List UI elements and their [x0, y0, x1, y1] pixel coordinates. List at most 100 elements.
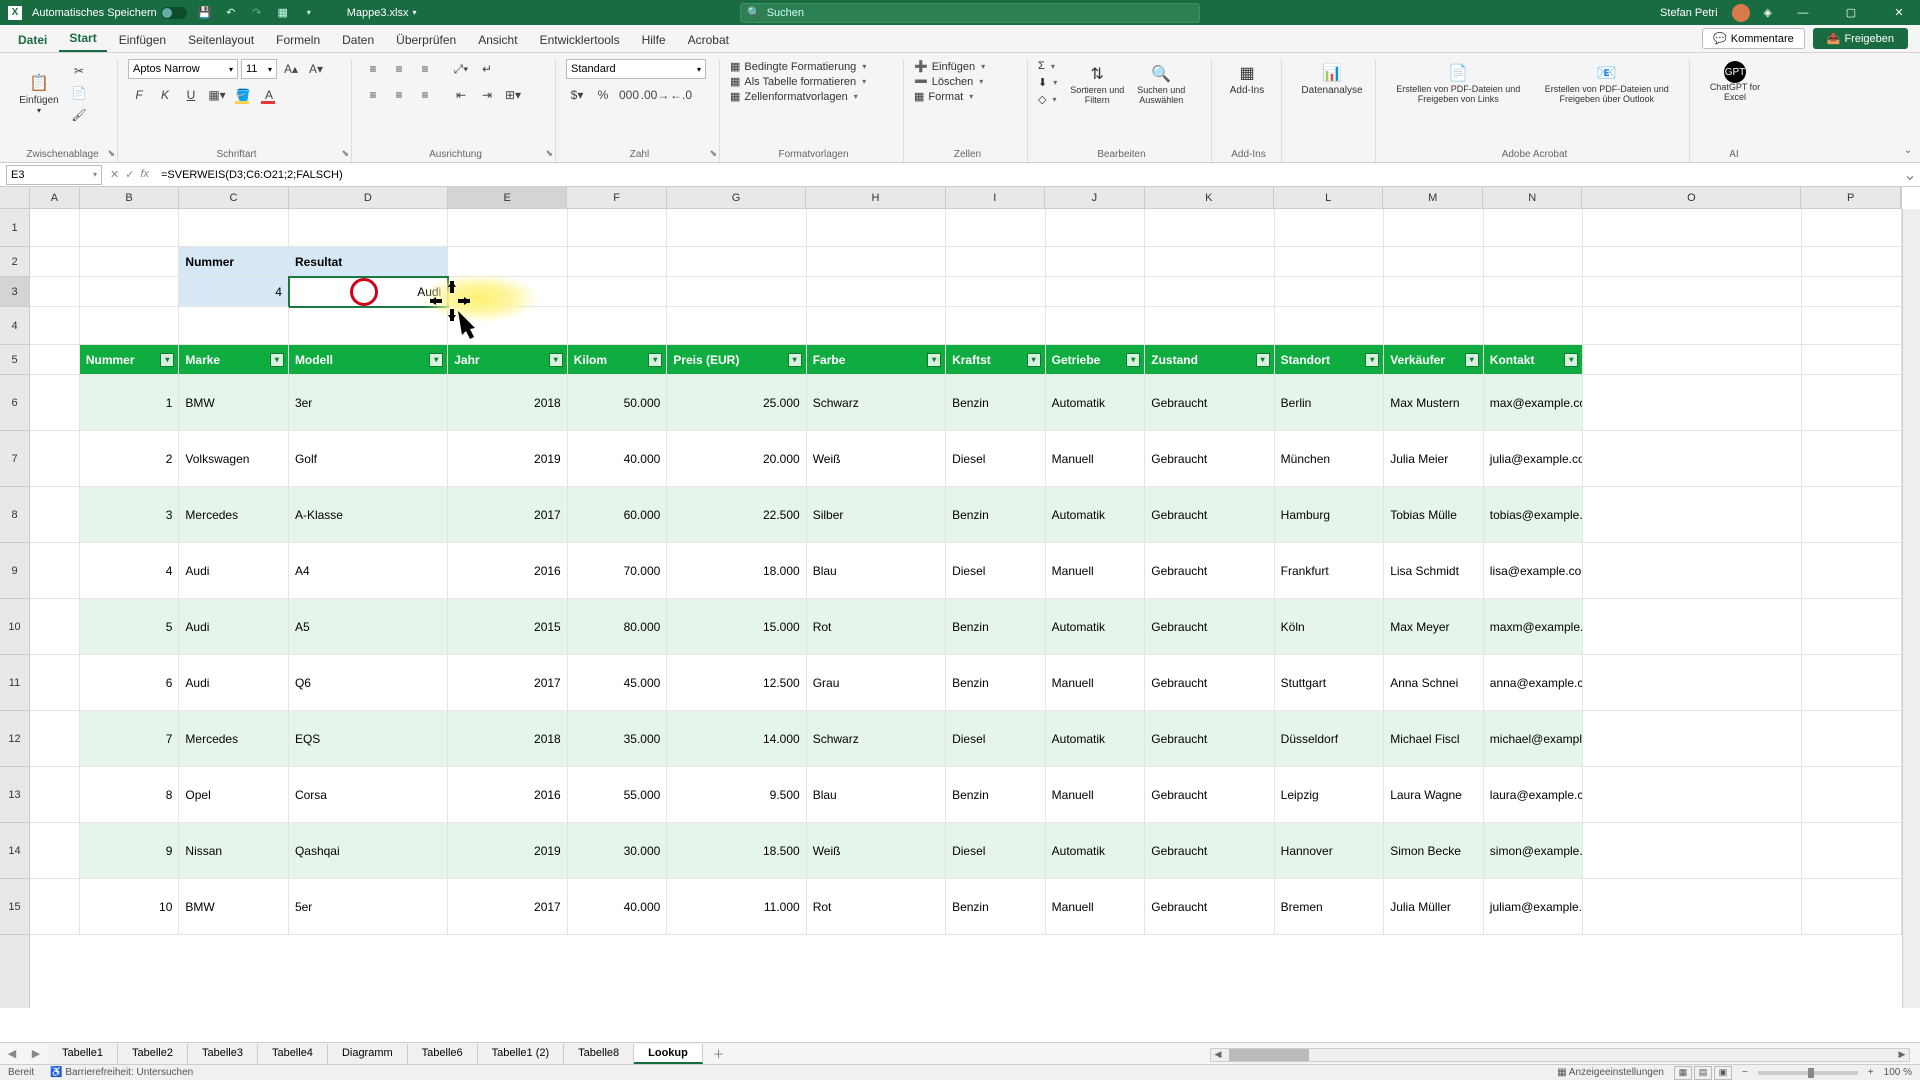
- pdf-outlook-button[interactable]: 📧Erstellen von PDF-Dateien und Freigeben…: [1535, 59, 1680, 105]
- table-cell-kraftstoff[interactable]: Benzin: [946, 655, 1046, 711]
- filter-dropdown-icon[interactable]: ▾: [549, 353, 563, 367]
- clear-icon[interactable]: ◇▾: [1038, 92, 1057, 107]
- table-cell-farbe[interactable]: Silber: [807, 487, 946, 543]
- table-cell-marke[interactable]: Audi: [179, 543, 289, 599]
- table-cell-kraftstoff[interactable]: Diesel: [946, 823, 1046, 879]
- number-format-combo[interactable]: Standard▾: [566, 59, 706, 79]
- table-cell-marke[interactable]: Mercedes: [179, 487, 289, 543]
- undo-icon[interactable]: ↶: [223, 5, 239, 21]
- indent-increase-icon[interactable]: ⇥: [476, 85, 498, 105]
- table-cell-nummer[interactable]: 9: [80, 823, 180, 879]
- table-cell-standort[interactable]: München: [1275, 431, 1385, 487]
- filter-dropdown-icon[interactable]: ▾: [1256, 353, 1270, 367]
- table-cell-verkaeufer[interactable]: Anna Schnei: [1384, 655, 1484, 711]
- filter-dropdown-icon[interactable]: ▾: [1027, 353, 1041, 367]
- table-cell-preis[interactable]: 18.000: [667, 543, 806, 599]
- border-icon[interactable]: ▦▾: [206, 85, 228, 105]
- table-cell-verkaeufer[interactable]: Laura Wagne: [1384, 767, 1484, 823]
- lookup-result-cell[interactable]: Audi: [289, 277, 448, 307]
- tab-file[interactable]: Datei: [8, 28, 57, 52]
- column-header-P[interactable]: P: [1801, 187, 1901, 208]
- decrease-decimal-icon[interactable]: ←.0: [670, 85, 692, 105]
- table-cell-farbe[interactable]: Grau: [807, 655, 946, 711]
- row-header-10[interactable]: 10: [0, 599, 29, 655]
- zoom-out-icon[interactable]: −: [1742, 1067, 1748, 1078]
- table-header-12[interactable]: Kontakt▾: [1484, 345, 1584, 375]
- share-button[interactable]: 📤 Freigeben: [1813, 28, 1908, 49]
- column-header-K[interactable]: K: [1145, 187, 1274, 208]
- format-cells-button[interactable]: ▦ Format▾: [914, 89, 1017, 104]
- table-cell-verkaeufer[interactable]: Julia Müller: [1384, 879, 1484, 935]
- font-size-combo[interactable]: 11▾: [241, 59, 277, 79]
- search-box[interactable]: 🔍 Suchen: [740, 3, 1200, 23]
- table-cell-verkaeufer[interactable]: Michael Fiscl: [1384, 711, 1484, 767]
- row-header-14[interactable]: 14: [0, 823, 29, 879]
- column-header-I[interactable]: I: [946, 187, 1046, 208]
- table-cell-modell[interactable]: A-Klasse: [289, 487, 448, 543]
- fill-icon[interactable]: ⬇▾: [1038, 75, 1057, 90]
- table-cell-modell[interactable]: Q6: [289, 655, 448, 711]
- column-header-B[interactable]: B: [80, 187, 180, 208]
- table-cell-nummer[interactable]: 1: [80, 375, 180, 431]
- bold-icon[interactable]: F: [128, 85, 150, 105]
- table-cell-standort[interactable]: Hannover: [1275, 823, 1385, 879]
- table-cell-standort[interactable]: Berlin: [1275, 375, 1385, 431]
- table-cell-kontakt[interactable]: laura@example.com: [1484, 767, 1584, 823]
- table-cell-zustand[interactable]: Gebraucht: [1145, 487, 1274, 543]
- table-cell-verkaeufer[interactable]: Tobias Mülle: [1384, 487, 1484, 543]
- shrink-font-icon[interactable]: A▾: [305, 59, 327, 79]
- zoom-in-icon[interactable]: +: [1868, 1067, 1874, 1078]
- table-cell-nummer[interactable]: 4: [80, 543, 180, 599]
- table-cell-marke[interactable]: Mercedes: [179, 711, 289, 767]
- table-cell-km[interactable]: 30.000: [568, 823, 668, 879]
- row-header-15[interactable]: 15: [0, 879, 29, 935]
- table-cell-standort[interactable]: Leipzig: [1275, 767, 1385, 823]
- table-cell-standort[interactable]: Köln: [1275, 599, 1385, 655]
- column-header-C[interactable]: C: [179, 187, 288, 208]
- pdf-create-button[interactable]: 📄Erstellen von PDF-Dateien und Freigeben…: [1386, 59, 1531, 105]
- table-cell-preis[interactable]: 25.000: [667, 375, 806, 431]
- tab-data[interactable]: Daten: [332, 28, 384, 52]
- table-cell-jahr[interactable]: 2017: [448, 655, 567, 711]
- table-cell-standort[interactable]: Hamburg: [1275, 487, 1385, 543]
- filter-dropdown-icon[interactable]: ▾: [1564, 353, 1578, 367]
- zoom-slider[interactable]: [1758, 1071, 1858, 1075]
- table-cell-jahr[interactable]: 2015: [448, 599, 567, 655]
- table-cell-zustand[interactable]: Gebraucht: [1145, 375, 1274, 431]
- table-cell-km[interactable]: 40.000: [568, 431, 668, 487]
- delete-cells-button[interactable]: ➖ Löschen▾: [914, 74, 1017, 89]
- table-cell-km[interactable]: 70.000: [568, 543, 668, 599]
- tab-view[interactable]: Ansicht: [468, 28, 527, 52]
- comma-icon[interactable]: 000: [618, 85, 640, 105]
- dialog-launcher-icon[interactable]: ⬊: [709, 148, 717, 159]
- table-cell-km[interactable]: 60.000: [568, 487, 668, 543]
- filter-dropdown-icon[interactable]: ▾: [1126, 353, 1140, 367]
- table-cell-km[interactable]: 45.000: [568, 655, 668, 711]
- table-cell-getriebe[interactable]: Manuell: [1046, 879, 1146, 935]
- fill-color-icon[interactable]: 🪣: [232, 85, 254, 105]
- table-cell-marke[interactable]: Opel: [179, 767, 289, 823]
- table-cell-kraftstoff[interactable]: Diesel: [946, 711, 1046, 767]
- align-center-icon[interactable]: ≡: [388, 85, 410, 105]
- tab-layout[interactable]: Seitenlayout: [178, 28, 264, 52]
- table-cell-farbe[interactable]: Schwarz: [807, 375, 946, 431]
- table-cell-verkaeufer[interactable]: Max Meyer: [1384, 599, 1484, 655]
- table-header-5[interactable]: Preis (EUR)▾: [667, 345, 806, 375]
- view-buttons[interactable]: ▦▤▣: [1674, 1066, 1732, 1080]
- font-name-combo[interactable]: Aptos Narrow▾: [128, 59, 238, 79]
- autosave-toggle[interactable]: Automatisches Speichern: [32, 7, 187, 19]
- add-sheet-button[interactable]: ＋: [703, 1043, 734, 1065]
- tab-insert[interactable]: Einfügen: [109, 28, 176, 52]
- table-cell-getriebe[interactable]: Automatik: [1046, 711, 1146, 767]
- table-cell-kontakt[interactable]: simon@example.com: [1484, 823, 1584, 879]
- diamond-icon[interactable]: ◈: [1764, 6, 1772, 19]
- table-cell-verkaeufer[interactable]: Max Mustern: [1384, 375, 1484, 431]
- sheet-tab-tabelle12[interactable]: Tabelle1 (2): [478, 1044, 564, 1064]
- accept-fx-icon[interactable]: ✓: [125, 168, 134, 181]
- maximize-button[interactable]: ▢: [1834, 0, 1868, 25]
- table-cell-zustand[interactable]: Gebraucht: [1145, 655, 1274, 711]
- column-header-H[interactable]: H: [806, 187, 945, 208]
- table-cell-getriebe[interactable]: Automatik: [1046, 599, 1146, 655]
- table-cell-modell[interactable]: Corsa: [289, 767, 448, 823]
- font-color-icon[interactable]: A: [258, 85, 280, 105]
